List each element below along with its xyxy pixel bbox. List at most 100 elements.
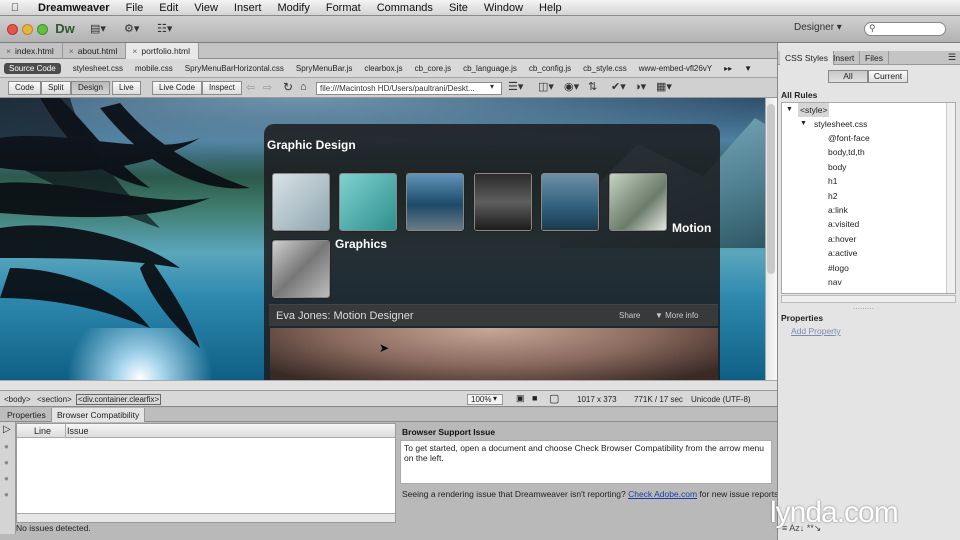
related-file[interactable]: SpryMenuBar.js (290, 64, 358, 73)
rule-item[interactable]: a:active (828, 246, 857, 260)
live-view-button[interactable]: Live (112, 81, 141, 95)
menu-help[interactable]: Help (531, 2, 570, 14)
more-info-link[interactable]: ▼ More info (655, 311, 699, 320)
menu-app-name[interactable]: Dreamweaver (30, 2, 118, 14)
thumbnail-4[interactable] (474, 173, 532, 231)
split-view-button[interactable]: Split (41, 81, 71, 95)
save-report-icon[interactable]: ● (4, 474, 9, 483)
rule-item[interactable]: @font-face (828, 131, 870, 145)
tab-index[interactable]: × index.html (0, 43, 63, 59)
thumbnail-6[interactable] (609, 173, 667, 231)
thumbnail-2[interactable] (339, 173, 397, 231)
design-view-button[interactable]: Design (71, 81, 110, 95)
inspect-button[interactable]: Inspect (202, 81, 242, 95)
layout-icon[interactable]: ▤▾ (90, 22, 106, 37)
check-browser-icon[interactable]: ◑▾ (634, 80, 646, 95)
preview-browser-icon[interactable]: ◉▾ (564, 80, 579, 95)
address-field[interactable]: file:///Macintosh HD/Users/paultrani/Des… (316, 82, 502, 95)
live-code-button[interactable]: Live Code (152, 81, 203, 95)
close-icon[interactable]: × (69, 46, 74, 56)
workspace-switcher[interactable]: Designer ▾ (794, 22, 842, 33)
tab-css-styles[interactable]: CSS Styles (780, 51, 834, 65)
file-management-icon[interactable]: ⇅ (588, 80, 597, 95)
more-files-arrow-icon[interactable]: ▸▸ (718, 64, 738, 73)
rule-item[interactable]: a:link (828, 203, 848, 217)
rule-item[interactable]: #logo (828, 261, 849, 275)
share-link[interactable]: Share (619, 311, 640, 320)
menu-window[interactable]: Window (476, 2, 531, 14)
rule-item[interactable]: body (828, 160, 846, 174)
hand-tool-icon[interactable]: ■ (532, 393, 537, 403)
apple-icon[interactable]:  (0, 2, 30, 14)
home-icon[interactable]: ⌂ (300, 81, 307, 96)
back-arrow-icon[interactable]: ⇦ (246, 81, 255, 96)
close-icon[interactable]: × (6, 46, 11, 56)
related-file[interactable]: www-embed-vfl26vY (633, 64, 718, 73)
tab-properties[interactable]: Properties (2, 408, 52, 422)
expand-arrow-icon[interactable]: ▼ (786, 106, 793, 113)
menu-site[interactable]: Site (441, 2, 476, 14)
add-property-link[interactable]: Add Property (791, 326, 841, 336)
gear-icon[interactable]: ⚙▾ (124, 22, 139, 37)
rule-style[interactable]: <style> (798, 103, 830, 117)
rule-item[interactable]: a:visited (828, 217, 859, 231)
menu-commands[interactable]: Commands (369, 2, 441, 14)
tab-files[interactable]: Files (860, 51, 889, 65)
related-file[interactable]: cb_style.css (577, 64, 633, 73)
close-icon[interactable]: × (132, 46, 137, 56)
tab-insert[interactable]: Insert (828, 51, 861, 65)
zoom-select[interactable]: 100% (467, 394, 503, 405)
select-tool-icon[interactable]: ▣ (516, 393, 525, 404)
expand-arrow-icon[interactable]: ▼ (800, 120, 807, 127)
code-view-button[interactable]: Code (8, 81, 42, 95)
rules-scrollbar[interactable] (946, 103, 955, 293)
menu-view[interactable]: View (186, 2, 226, 14)
splitter-handle[interactable]: ⋯⋯⋯ (853, 305, 874, 313)
search-input[interactable]: ⚲ (864, 22, 946, 36)
related-file[interactable]: stylesheet.css (67, 64, 129, 73)
thumbnail-5[interactable] (541, 173, 599, 231)
menu-modify[interactable]: Modify (269, 2, 317, 14)
rules-tree[interactable]: ▼ <style> ▼ stylesheet.css @font-face bo… (781, 102, 956, 294)
filter-icon[interactable]: ▼ (738, 64, 758, 73)
menu-edit[interactable]: Edit (151, 2, 186, 14)
rule-item[interactable]: h2 (828, 189, 837, 203)
rule-stylesheet[interactable]: stylesheet.css (814, 117, 867, 131)
rule-item[interactable]: a:hover (828, 232, 856, 246)
tab-about[interactable]: × about.html (63, 43, 127, 59)
grid-icon[interactable]: ▦▾ (656, 80, 672, 95)
column-line[interactable]: Line (34, 426, 51, 436)
related-file[interactable]: SpryMenuBarHorizontal.css (179, 64, 290, 73)
close-window-button[interactable] (7, 24, 18, 35)
browse-report-icon[interactable]: ● (4, 490, 9, 499)
related-file[interactable]: clearbox.js (358, 64, 408, 73)
thumbnail-7[interactable] (272, 240, 330, 298)
info-icon[interactable]: ● (4, 442, 9, 451)
refresh-icon[interactable]: ↻ (283, 80, 293, 95)
tab-browser-compatibility[interactable]: Browser Compatibility (52, 408, 146, 422)
menu-file[interactable]: File (118, 2, 152, 14)
check-arrow-icon[interactable]: ▷ (3, 424, 11, 435)
current-mode-button[interactable]: Current (868, 70, 908, 83)
related-file[interactable]: cb_language.js (457, 64, 523, 73)
column-issue[interactable]: Issue (67, 426, 89, 436)
related-file[interactable]: mobile.css (129, 64, 179, 73)
related-file[interactable]: cb_core.js (409, 64, 457, 73)
rule-item[interactable]: nav (828, 275, 842, 289)
tag-body[interactable]: <body> (4, 395, 31, 404)
zoom-dropdown-icon[interactable]: ▾ (493, 394, 497, 403)
window-dimensions[interactable]: 1017 x 373 (577, 395, 617, 404)
forward-arrow-icon[interactable]: ⇨ (263, 81, 272, 96)
multiscreen-icon[interactable]: ◫▾ (538, 80, 554, 95)
zoom-window-button[interactable] (37, 24, 48, 35)
rule-item[interactable]: body,td,th (828, 145, 865, 159)
site-icon[interactable]: ☷▾ (157, 22, 172, 37)
minimize-window-button[interactable] (22, 24, 33, 35)
menu-format[interactable]: Format (318, 2, 369, 14)
desktop-size-icon[interactable]: ▢ (549, 392, 559, 405)
panel-menu-icon[interactable]: ☰ (948, 52, 956, 63)
source-code-button[interactable]: Source Code (4, 62, 61, 74)
menu-insert[interactable]: Insert (226, 2, 270, 14)
design-view-canvas[interactable]: Graphic Design Motion Graphics Eva Jones… (0, 98, 765, 380)
thumbnail-3[interactable] (406, 173, 464, 231)
